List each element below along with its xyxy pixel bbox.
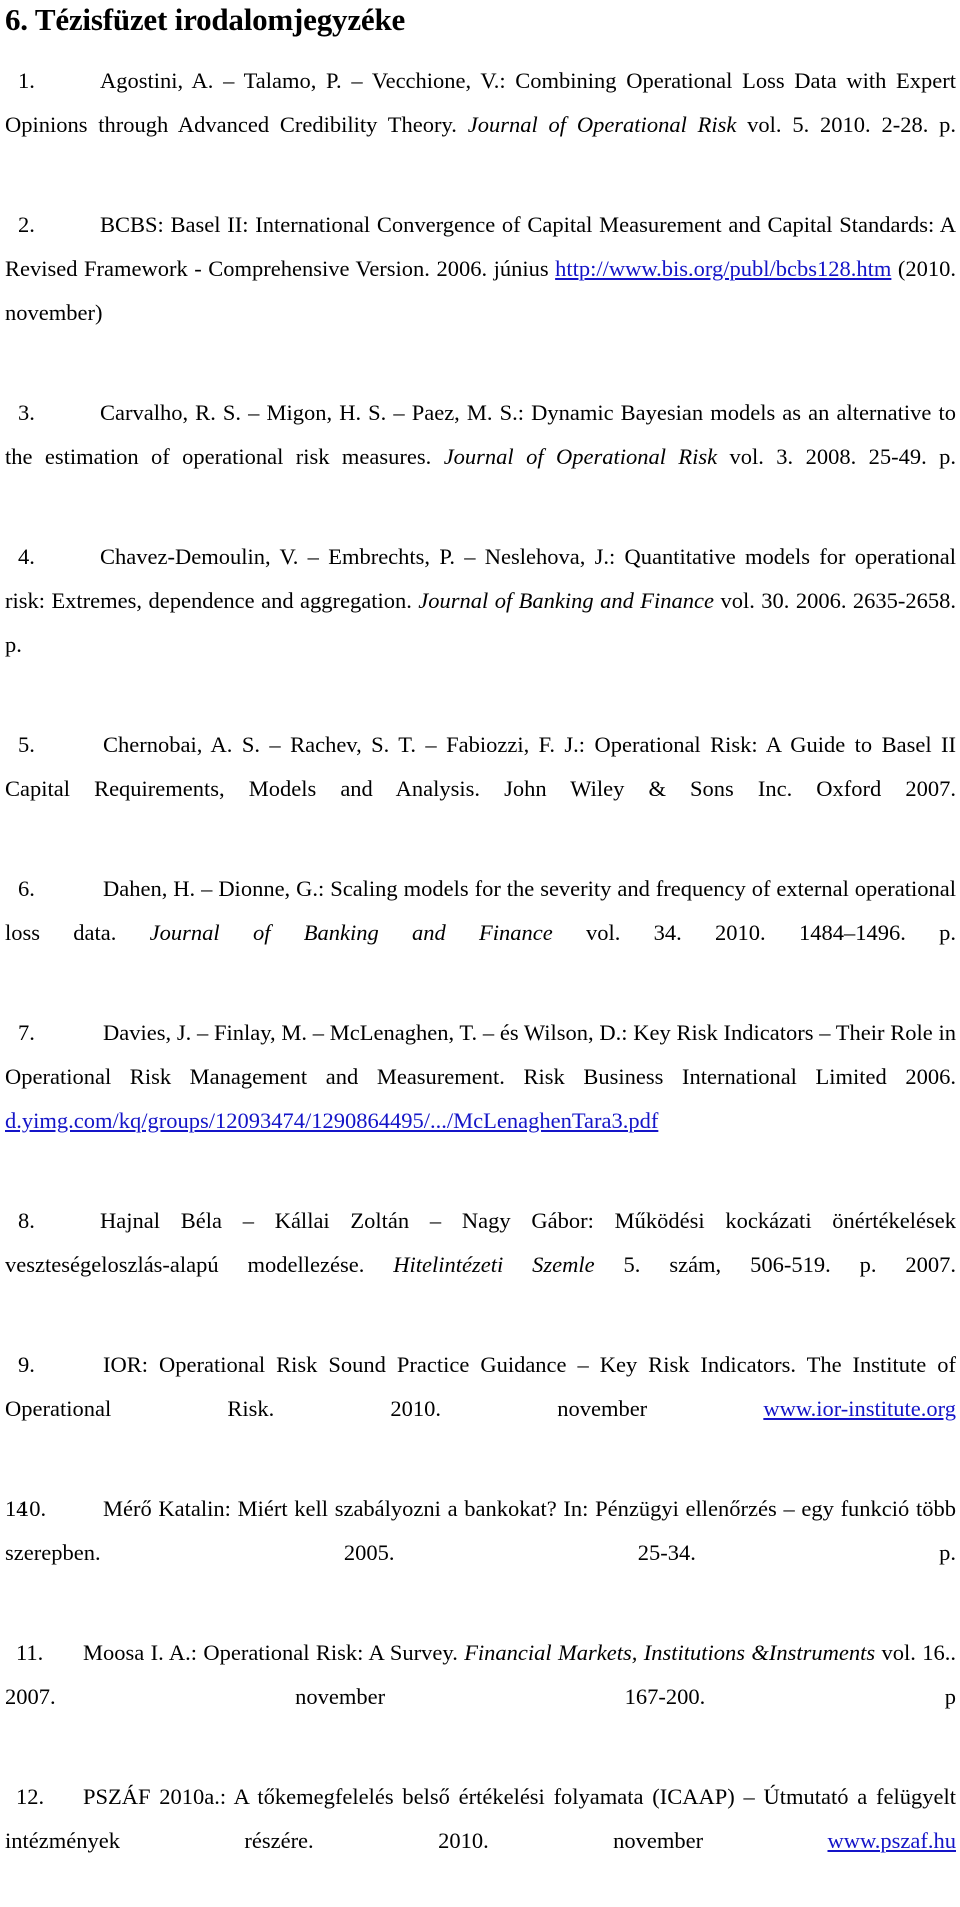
reference-spacer bbox=[5, 855, 956, 867]
reference-item: 9. IOR: Operational Risk Sound Practice G… bbox=[5, 1343, 956, 1475]
reference-text-run: vol. 34. 2010. 1484–1496. p. bbox=[552, 919, 956, 945]
journal-title: Hitelintézeti Szemle bbox=[393, 1251, 595, 1277]
reference-spacer bbox=[5, 523, 956, 535]
reference-marker: 6. bbox=[18, 875, 35, 901]
reference-item: 12. PSZÁF 2010a.: A tőkemegfelelés belső … bbox=[5, 1775, 956, 1907]
journal-title: Journal of Operational Risk bbox=[443, 443, 718, 469]
reference-item: 3. Carvalho, R. S. – Migon, H. S. – Paez,… bbox=[5, 391, 956, 523]
reference-marker: 5. bbox=[18, 731, 35, 757]
reference-marker: 7. bbox=[18, 1019, 35, 1045]
journal-title: Journal of Banking and Finance bbox=[149, 919, 553, 945]
journal-title: Journal of Banking and Finance bbox=[418, 587, 714, 613]
reference-text-run: 5. szám, 506-519. p. 2007. bbox=[594, 1251, 957, 1277]
reference-item: 5. Chernobai, A. S. – Rachev, S. T. – Fab… bbox=[5, 723, 956, 855]
reference-link[interactable]: http://www.bis.org/publ/bcbs128.htm bbox=[555, 256, 891, 281]
reference-item: 8. Hajnal Béla – Kállai Zoltán – Nagy Gáb… bbox=[5, 1199, 956, 1331]
reference-text: Hajnal Béla – Kállai Zoltán – Nagy Gábor… bbox=[5, 1208, 956, 1277]
reference-item: 7. Davies, J. – Finlay, M. – McLenaghen, … bbox=[5, 1011, 956, 1187]
reference-text: Mérő Katalin: Miért kell szabályozni a b… bbox=[5, 1496, 956, 1565]
journal-title: Journal of Operational Risk bbox=[467, 111, 737, 137]
reference-item: 6. Dahen, H. – Dionne, G.: Scaling models… bbox=[5, 867, 956, 999]
reference-text: Davies, J. – Finlay, M. – McLenaghen, T.… bbox=[5, 1020, 956, 1133]
reference-text-run: Moosa I. A.: Operational Risk: A Survey. bbox=[83, 1639, 465, 1665]
reference-text-run: Mérő Katalin: Miért kell szabályozni a b… bbox=[5, 1495, 956, 1565]
reference-item: 4. Chavez-Demoulin, V. – Embrechts, P. – … bbox=[5, 535, 956, 711]
reference-spacer bbox=[5, 1187, 956, 1199]
reference-marker: 8. bbox=[18, 1207, 35, 1233]
reference-item: 2. BCBS: Basel II: International Converge… bbox=[5, 203, 956, 379]
reference-marker: 9. bbox=[18, 1351, 35, 1377]
reference-text-run: vol. 3. 2008. 25-49. p. bbox=[717, 443, 957, 469]
reference-text-run: Davies, J. – Finlay, M. – McLenaghen, T.… bbox=[5, 1019, 956, 1089]
reference-spacer bbox=[5, 999, 956, 1011]
reference-marker: 1. bbox=[18, 67, 35, 93]
reference-text: Moosa I. A.: Operational Risk: A Survey.… bbox=[5, 1640, 956, 1709]
journal-title: Financial Markets, Institutions &Instrum… bbox=[464, 1639, 876, 1665]
page-number: 14 bbox=[5, 1495, 28, 1521]
reference-marker: 2. bbox=[18, 211, 35, 237]
reference-link[interactable]: www.pszaf.hu bbox=[827, 1828, 956, 1853]
reference-text: BCBS: Basel II: International Convergenc… bbox=[5, 212, 956, 325]
reference-spacer bbox=[5, 191, 956, 203]
reference-spacer bbox=[5, 379, 956, 391]
reference-marker: 4. bbox=[18, 543, 35, 569]
reference-text-run: Chernobai, A. S. – Rachev, S. T. – Fabio… bbox=[5, 731, 956, 801]
reference-item: 10. Mérő Katalin: Miért kell szabályozni … bbox=[5, 1487, 956, 1619]
reference-marker: 11. bbox=[16, 1639, 44, 1665]
reference-text-run: vol. 5. 2010. 2-28. p. bbox=[736, 111, 956, 137]
reference-text: Dahen, H. – Dionne, G.: Scaling models f… bbox=[5, 876, 956, 945]
reference-spacer bbox=[5, 711, 956, 723]
reference-text: Chavez-Demoulin, V. – Embrechts, P. – Ne… bbox=[5, 544, 956, 657]
reference-marker: 3. bbox=[18, 399, 35, 425]
page-title: 6. Tézisfüzet irodalomjegyzéke bbox=[5, 2, 406, 37]
document-page: 6. Tézisfüzet irodalomjegyzéke 1. Agostin… bbox=[0, 2, 960, 1852]
reference-spacer bbox=[5, 1763, 956, 1775]
reference-item: 1. Agostini, A. – Talamo, P. – Vecchione,… bbox=[5, 59, 956, 191]
reference-spacer bbox=[5, 1619, 956, 1631]
reference-marker: 12. bbox=[16, 1783, 45, 1809]
reference-item: 11. Moosa I. A.: Operational Risk: A Surv… bbox=[5, 1631, 956, 1763]
title-spacer bbox=[5, 37, 956, 59]
reference-spacer bbox=[5, 1331, 956, 1343]
reference-text: Agostini, A. – Talamo, P. – Vecchione, V… bbox=[5, 68, 956, 137]
bibliography-list: 1. Agostini, A. – Talamo, P. – Vecchione,… bbox=[5, 59, 956, 1907]
reference-text: PSZÁF 2010a.: A tőkemegfelelés belső ért… bbox=[5, 1784, 956, 1853]
reference-spacer bbox=[5, 1475, 956, 1487]
reference-text: IOR: Operational Risk Sound Practice Gui… bbox=[5, 1352, 956, 1421]
reference-link[interactable]: d.yimg.com/kq/groups/12093474/1290864495… bbox=[5, 1108, 658, 1133]
reference-text-run: PSZÁF 2010a.: A tőkemegfelelés belső ért… bbox=[5, 1783, 956, 1853]
reference-text: Chernobai, A. S. – Rachev, S. T. – Fabio… bbox=[5, 732, 956, 801]
reference-text: Carvalho, R. S. – Migon, H. S. – Paez, M… bbox=[5, 400, 956, 469]
reference-link[interactable]: www.ior-institute.org bbox=[763, 1396, 956, 1421]
